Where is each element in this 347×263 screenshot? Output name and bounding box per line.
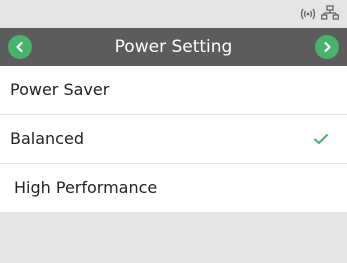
option-label: High Performance [14,178,158,197]
title-bar: Power Setting [0,28,347,66]
back-button[interactable] [8,35,32,59]
option-power-saver[interactable]: Power Saver [0,66,347,115]
chevron-left-icon [16,41,23,53]
option-label: Balanced [10,129,84,148]
empty-area [0,213,347,263]
status-bar [0,0,347,28]
option-high-performance[interactable]: High Performance [0,164,347,213]
page-title: Power Setting [114,37,233,57]
option-balanced[interactable]: Balanced [0,115,347,164]
power-options-list: Power Saver Balanced High Performance [0,66,347,213]
checkmark-icon [314,134,328,144]
chevron-right-icon [324,41,331,53]
wireless-signal-icon [300,6,316,25]
option-label: Power Saver [10,80,110,99]
forward-button[interactable] [315,35,339,59]
network-icon [321,5,339,25]
status-icons [300,5,339,25]
